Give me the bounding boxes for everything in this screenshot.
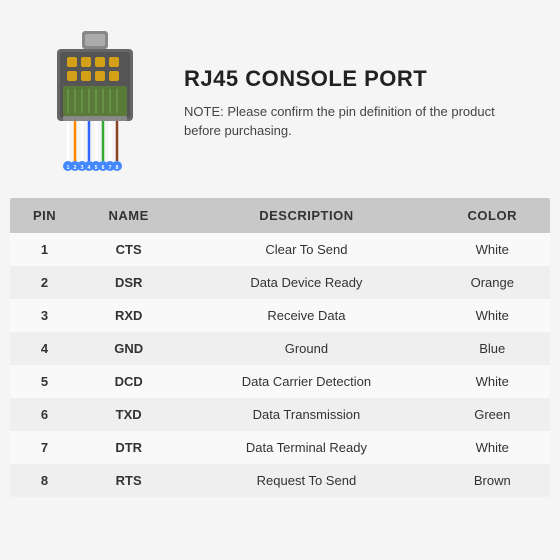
cell-name: CTS xyxy=(79,233,178,266)
cell-name: RTS xyxy=(79,464,178,497)
cell-description: Data Device Ready xyxy=(178,266,434,299)
cell-color: White xyxy=(435,233,550,266)
cell-description: Data Transmission xyxy=(178,398,434,431)
cell-pin: 2 xyxy=(10,266,79,299)
cell-pin: 3 xyxy=(10,299,79,332)
page-title: RJ45 CONSOLE PORT xyxy=(184,66,530,92)
cell-description: Data Carrier Detection xyxy=(178,365,434,398)
cell-name: RXD xyxy=(79,299,178,332)
cell-color: Orange xyxy=(435,266,550,299)
connector-image: 1 2 3 4 5 6 7 8 xyxy=(30,28,160,178)
cell-color: White xyxy=(435,299,550,332)
cell-name: DTR xyxy=(79,431,178,464)
note-text: NOTE: Please confirm the pin definition … xyxy=(184,102,530,141)
cell-description: Request To Send xyxy=(178,464,434,497)
cell-description: Data Terminal Ready xyxy=(178,431,434,464)
col-header-description: DESCRIPTION xyxy=(178,198,434,233)
svg-text:6: 6 xyxy=(102,165,105,171)
col-header-color: COLOR xyxy=(435,198,550,233)
table-row: 3RXDReceive DataWhite xyxy=(10,299,550,332)
table-row: 4GNDGroundBlue xyxy=(10,332,550,365)
cell-pin: 4 xyxy=(10,332,79,365)
table-row: 7DTRData Terminal ReadyWhite xyxy=(10,431,550,464)
cell-color: White xyxy=(435,431,550,464)
cell-pin: 1 xyxy=(10,233,79,266)
svg-text:5: 5 xyxy=(95,165,98,171)
cell-name: GND xyxy=(79,332,178,365)
cell-name: DCD xyxy=(79,365,178,398)
table-row: 5DCDData Carrier DetectionWhite xyxy=(10,365,550,398)
table-row: 6TXDData TransmissionGreen xyxy=(10,398,550,431)
cell-name: TXD xyxy=(79,398,178,431)
pin-table-container: PIN NAME DESCRIPTION COLOR 1CTSClear To … xyxy=(10,198,550,497)
top-section: 1 2 3 4 5 6 7 8 RJ45 CONSOLE PORT NOTE: … xyxy=(0,0,560,198)
cell-pin: 6 xyxy=(10,398,79,431)
cell-pin: 8 xyxy=(10,464,79,497)
pin-table: PIN NAME DESCRIPTION COLOR 1CTSClear To … xyxy=(10,198,550,497)
title-section: RJ45 CONSOLE PORT NOTE: Please confirm t… xyxy=(184,66,530,141)
svg-text:4: 4 xyxy=(88,165,91,171)
table-header-row: PIN NAME DESCRIPTION COLOR xyxy=(10,198,550,233)
cell-color: Blue xyxy=(435,332,550,365)
svg-text:3: 3 xyxy=(81,165,84,171)
cell-name: DSR xyxy=(79,266,178,299)
cell-color: Green xyxy=(435,398,550,431)
cell-color: Brown xyxy=(435,464,550,497)
svg-text:1: 1 xyxy=(67,165,70,171)
cell-pin: 7 xyxy=(10,431,79,464)
cell-description: Receive Data xyxy=(178,299,434,332)
svg-text:7: 7 xyxy=(109,165,112,171)
svg-text:8: 8 xyxy=(116,165,119,171)
table-row: 8RTSRequest To SendBrown xyxy=(10,464,550,497)
cell-description: Ground xyxy=(178,332,434,365)
cell-pin: 5 xyxy=(10,365,79,398)
table-row: 2DSRData Device ReadyOrange xyxy=(10,266,550,299)
table-row: 1CTSClear To SendWhite xyxy=(10,233,550,266)
cell-color: White xyxy=(435,365,550,398)
cell-description: Clear To Send xyxy=(178,233,434,266)
svg-text:2: 2 xyxy=(74,165,77,171)
col-header-pin: PIN xyxy=(10,198,79,233)
col-header-name: NAME xyxy=(79,198,178,233)
